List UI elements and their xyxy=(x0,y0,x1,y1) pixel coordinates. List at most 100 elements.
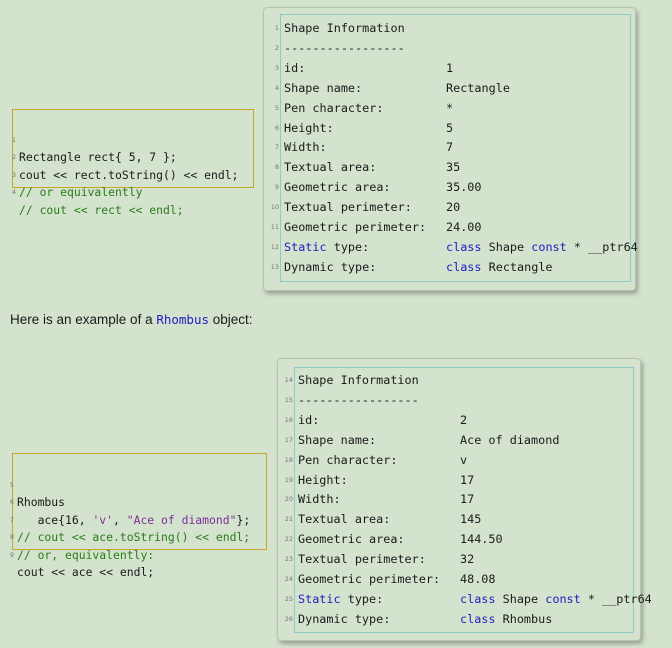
line-number: 10 xyxy=(270,203,279,212)
value-text: Shape xyxy=(481,239,532,254)
line-number: 8 xyxy=(9,533,14,541)
output-label: Geometric perimeter: xyxy=(284,220,427,234)
code-line: 8 // or, equivalently: xyxy=(10,512,266,562)
line-number: 19 xyxy=(284,475,293,484)
value-text: Rectangle xyxy=(481,259,553,274)
line-number: 2 xyxy=(11,153,16,161)
output-label: Textual area: xyxy=(284,160,377,175)
line-number: 12 xyxy=(270,242,279,251)
output-value: 145 xyxy=(460,512,482,527)
line-number: 14 xyxy=(284,376,293,384)
code-listing-rhombus: 5 Rhombus 6 ace{16, 'v', "Ace of diamond… xyxy=(10,453,267,579)
output-panel-rhombus: 14 Shape Information 15 ----------------- 16… xyxy=(277,358,652,641)
code-line: 7 // cout << ace.toString() << endl; xyxy=(10,494,266,545)
line-number: 1 xyxy=(11,135,16,144)
prose-text: Here is an example of a xyxy=(10,312,157,327)
output-value: Rectangle xyxy=(446,80,510,95)
line-number: 9 xyxy=(274,183,279,192)
output-panel-rectangle: 1 Shape Information 2 ----------------- 3 id:… xyxy=(263,7,638,291)
output-label: Shape name: xyxy=(298,432,377,447)
value-text: * __ptr64 xyxy=(580,591,652,606)
line-number: 11 xyxy=(270,223,279,231)
output-value: 7 xyxy=(446,140,454,155)
output-label: Geometric perimeter: xyxy=(298,572,441,586)
prose-text: object: xyxy=(209,312,253,327)
line-number: 18 xyxy=(284,455,293,464)
output-label: Geometric area: xyxy=(298,532,405,547)
output-label: Textual perimeter: xyxy=(298,552,426,567)
prose-paragraph: Here is an example of a Rhombus object: xyxy=(10,312,253,327)
output-label: ----------------- xyxy=(284,40,405,55)
line-number: 15 xyxy=(284,395,293,404)
output-label: Width: xyxy=(298,492,341,507)
code-text: cout << ace << endl; xyxy=(17,565,155,579)
output-label: Dynamic type: xyxy=(284,259,377,274)
line-number: 4 xyxy=(11,188,16,196)
line-number: 7 xyxy=(9,515,14,524)
line-number: 3 xyxy=(11,170,16,179)
output-label: Height: xyxy=(298,472,348,487)
output-value: 17 xyxy=(460,472,475,487)
output-label: Static type: xyxy=(298,589,383,609)
line-number: 1 xyxy=(274,24,279,32)
line-number: 22 xyxy=(284,535,293,544)
value-text: Rhombus xyxy=(495,611,553,626)
keyword: const xyxy=(531,239,567,254)
line-number: 2 xyxy=(274,43,279,52)
inline-code-rhombus: Rhombus xyxy=(156,312,210,327)
code-line: 6 ace{16, 'v', "Ace of diamond"}; xyxy=(10,477,266,527)
line-number: 5 xyxy=(9,480,14,489)
code-line: 5 Rhombus xyxy=(10,459,266,510)
output-value: 17 xyxy=(460,492,475,507)
output-label: Height: xyxy=(284,120,334,135)
value-text: Shape xyxy=(495,591,546,606)
label-text: type: xyxy=(340,591,384,606)
code-line: 2 cout << rect.toString() << endl; xyxy=(12,132,253,182)
output-label: Shape name: xyxy=(284,80,363,95)
line-number: 8 xyxy=(274,163,279,172)
output-label: Width: xyxy=(284,140,327,155)
output-value: 35.00 xyxy=(446,180,482,195)
output-value: 2 xyxy=(460,412,468,427)
output-label: Textual perimeter: xyxy=(284,200,412,215)
output-value: 5 xyxy=(446,120,454,135)
line-number: 7 xyxy=(274,143,279,152)
line-number: 16 xyxy=(284,415,293,424)
line-number: 26 xyxy=(284,614,293,623)
output-value: class Rectangle xyxy=(446,257,553,277)
output-value: * xyxy=(446,100,454,115)
output-value: 20 xyxy=(446,200,461,215)
label-text: type: xyxy=(326,239,370,254)
code-line: 3 // or equivalently xyxy=(12,149,253,200)
keyword: class xyxy=(446,239,482,254)
keyword: class xyxy=(460,611,496,626)
line-number: 3 xyxy=(274,63,279,72)
output-frame: 14 Shape Information 15 ----------------- 16… xyxy=(285,367,652,633)
output-value: Ace of diamond xyxy=(460,432,560,447)
code-listing-rectangle: 1 Rectangle rect{ 5, 7 }; 2 cout << rect… xyxy=(12,109,254,217)
line-number: 6 xyxy=(9,498,14,506)
line-number: 23 xyxy=(284,555,293,564)
output-label: Shape Information xyxy=(298,373,419,387)
output-label: Pen character: xyxy=(298,452,398,467)
code-line: 4 // cout << rect << endl; xyxy=(12,167,253,217)
output-frame: 1 Shape Information 2 ----------------- 3 id:… xyxy=(271,14,638,282)
code-line: 1 Rectangle rect{ 5, 7 }; xyxy=(12,114,253,165)
output-value: 144.50 xyxy=(460,532,503,547)
output-value: 24.00 xyxy=(446,220,482,234)
output-label: Static type: xyxy=(284,237,369,257)
line-number: 4 xyxy=(274,83,279,92)
output-label: Dynamic type: xyxy=(298,611,391,626)
output-value: 32 xyxy=(460,552,475,567)
line-number: 24 xyxy=(284,575,293,583)
keyword: Static xyxy=(284,239,327,254)
line-number: 5 xyxy=(274,103,279,112)
code-comment: // cout << rect << endl; xyxy=(19,202,184,217)
line-number: 20 xyxy=(284,495,293,504)
line-number: 9 xyxy=(9,550,14,559)
output-value: 48.08 xyxy=(460,572,496,586)
line-number: 21 xyxy=(284,515,293,524)
keyword: class xyxy=(446,259,482,274)
line-number: 13 xyxy=(270,262,279,271)
output-value: 35 xyxy=(446,160,461,175)
